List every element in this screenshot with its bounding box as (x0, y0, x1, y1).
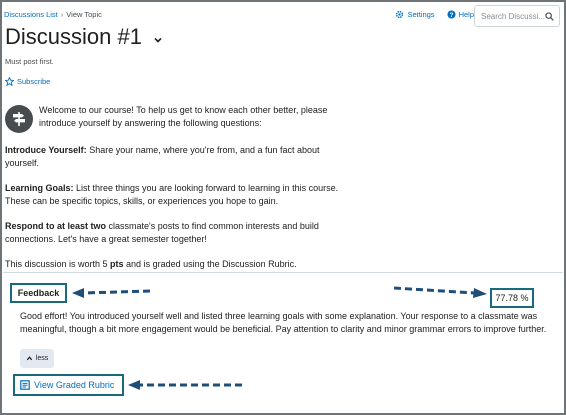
subscribe-label: Subscribe (17, 77, 51, 86)
instruction-goals: Learning Goals: List three things you ar… (5, 182, 345, 208)
view-graded-rubric-link[interactable]: View Graded Rubric (13, 374, 124, 396)
points-unit: pts (110, 259, 124, 269)
help-label: Help (458, 10, 474, 19)
less-button[interactable]: less (20, 349, 54, 368)
instruction-goals-label: Learning Goals: (5, 183, 74, 193)
feedback-text: Good effort! You introduced yourself wel… (20, 311, 547, 334)
star-icon (5, 77, 14, 86)
points-statement: This discussion is worth 5 pts and is gr… (5, 258, 345, 271)
chevron-up-icon (26, 355, 33, 362)
less-label: less (35, 355, 49, 362)
instruction-respond: Respond to at least two classmate's post… (5, 220, 345, 246)
search-icon[interactable] (545, 11, 554, 21)
settings-label: Settings (407, 10, 435, 19)
page-title: Discussion #1 (5, 24, 142, 49)
instruction-introduce: Introduce Yourself: Share your name, whe… (5, 144, 345, 170)
intro-text: Welcome to our course! To help us get to… (39, 105, 328, 128)
settings-gear-icon (395, 10, 404, 19)
score-badge: 77.78 % (490, 288, 534, 308)
feedback-heading: Feedback (10, 283, 67, 303)
annotation-arrow-rubric (128, 380, 242, 390)
breadcrumb-separator: › (60, 10, 64, 19)
breadcrumb-current: View Topic (66, 10, 102, 19)
chevron-down-icon[interactable] (152, 34, 164, 46)
points-prefix: This discussion is worth 5 (5, 259, 111, 269)
annotation-arrow-feedback (72, 288, 151, 298)
intro-block: Welcome to our course! To help us get to… (5, 104, 345, 133)
title-row: Discussion #1 (5, 24, 164, 50)
breadcrumb-discussions-list[interactable]: Discussions List (4, 10, 58, 19)
svg-text:?: ? (449, 12, 453, 19)
toolbar: Settings ? Help (395, 10, 474, 19)
points-suffix: and is graded using the Discussion Rubri… (123, 259, 297, 269)
discussion-description: Welcome to our course! To help us get to… (5, 104, 345, 271)
subscribe-button[interactable]: Subscribe (5, 77, 50, 86)
annotation-arrow-score (393, 286, 487, 298)
help-circle-icon: ? (447, 10, 456, 19)
rubric-icon (20, 380, 30, 390)
search-box (474, 5, 560, 27)
divider (3, 272, 563, 273)
breadcrumb: Discussions List › View Topic (4, 10, 102, 19)
signpost-icon (5, 105, 33, 133)
rubric-link-label: View Graded Rubric (34, 380, 115, 390)
instruction-introduce-label: Introduce Yourself: (5, 145, 87, 155)
post-requirement-note: Must post first. (5, 57, 54, 66)
search-input[interactable] (481, 11, 545, 21)
settings-button[interactable]: Settings (395, 10, 435, 19)
instruction-respond-label: Respond to at least two (5, 221, 107, 231)
help-button[interactable]: ? Help (447, 10, 474, 19)
